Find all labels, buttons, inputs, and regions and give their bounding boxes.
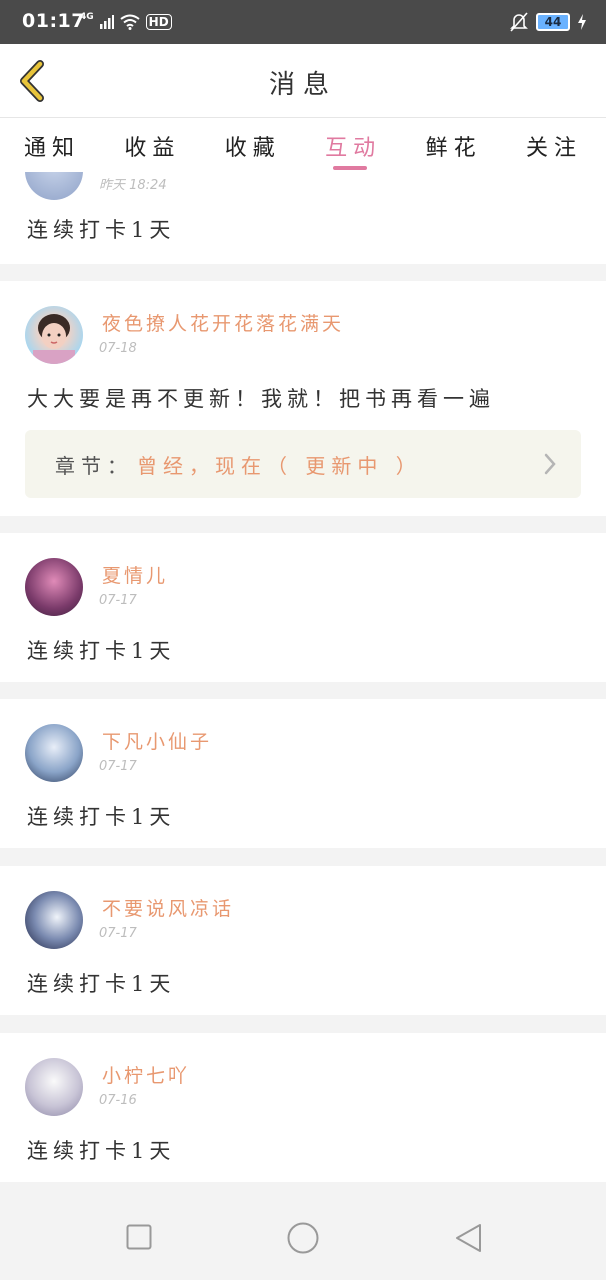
status-time: 01:17 [22,10,85,32]
tab-favorites[interactable]: 收藏 [225,118,281,172]
avatar[interactable] [25,1058,83,1116]
message-date: 昨天 18:24 [99,178,167,193]
wifi-icon [120,14,140,30]
system-nav-bar [0,1182,606,1280]
message-date: 07-17 [99,759,137,774]
avatar[interactable] [25,891,83,949]
network-label: 4G [80,12,94,22]
tab-interactions[interactable]: 互动 [325,118,381,172]
battery-icon: 44 [536,13,570,31]
message-date: 07-17 [99,593,137,608]
charging-icon [578,14,586,30]
chapter-label: 章节： [55,454,133,478]
tab-earnings[interactable]: 收益 [124,118,180,172]
list-item[interactable]: 小柠七吖 07-16 连续打卡1天 [0,1033,606,1182]
username[interactable]: 夜色撩人花开花落花满天 [102,309,344,336]
message-list[interactable]: 昨天 18:24 连续打卡1天 夜色撩人花开花落花满天 07-18 大大要是再不… [0,172,606,1182]
message-date: 07-18 [99,341,137,356]
message-text: 连续打卡1天 [27,805,176,829]
list-item[interactable]: 夏情儿 07-17 连续打卡1天 [0,533,606,682]
tab-notifications[interactable]: 通知 [24,118,80,172]
message-date: 07-17 [99,926,137,941]
message-text: 连续打卡1天 [27,218,176,242]
chevron-right-icon [544,453,556,475]
username[interactable]: 不要说风凉话 [102,894,234,921]
home-icon[interactable] [287,1222,319,1254]
list-item[interactable]: 不要说风凉话 07-17 连续打卡1天 [0,866,606,1015]
avatar[interactable] [25,172,83,200]
message-text: 连续打卡1天 [27,639,176,663]
message-text: 连续打卡1天 [27,1139,176,1163]
cellular-signal-icon [99,15,114,29]
recent-apps-icon[interactable] [126,1224,152,1250]
message-date: 07-16 [99,1093,137,1108]
avatar[interactable] [25,724,83,782]
header: 消息 [0,44,606,118]
page-title: 消息 [268,70,337,100]
message-text: 连续打卡1天 [27,972,176,996]
list-item[interactable]: 昨天 18:24 连续打卡1天 [0,172,606,264]
status-bar: 01:17 4G HD 44 [0,0,606,44]
chapter-link[interactable]: 章节： 曾经，现在（ 更新中 ） [25,430,581,498]
username[interactable]: 夏情儿 [102,561,168,588]
tab-following[interactable]: 关注 [526,118,582,172]
list-item[interactable]: 下凡小仙子 07-17 连续打卡1天 [0,699,606,848]
username[interactable]: 小柠七吖 [102,1061,190,1088]
hd-icon: HD [145,14,172,30]
username[interactable]: 下凡小仙子 [102,727,212,754]
chapter-title: 曾经，现在（ 更新中 ） [137,454,422,478]
avatar[interactable] [25,558,83,616]
tab-bar: 通知 收益 收藏 互动 鲜花 关注 [0,118,606,172]
message-text: 大大要是再不更新！我就！把书再看一遍 [27,387,495,411]
mute-bell-icon [510,12,528,32]
tab-flowers[interactable]: 鲜花 [426,118,482,172]
avatar[interactable] [25,306,83,364]
list-item[interactable]: 夜色撩人花开花落花满天 07-18 大大要是再不更新！我就！把书再看一遍 章节：… [0,281,606,516]
back-nav-icon[interactable] [454,1223,482,1253]
